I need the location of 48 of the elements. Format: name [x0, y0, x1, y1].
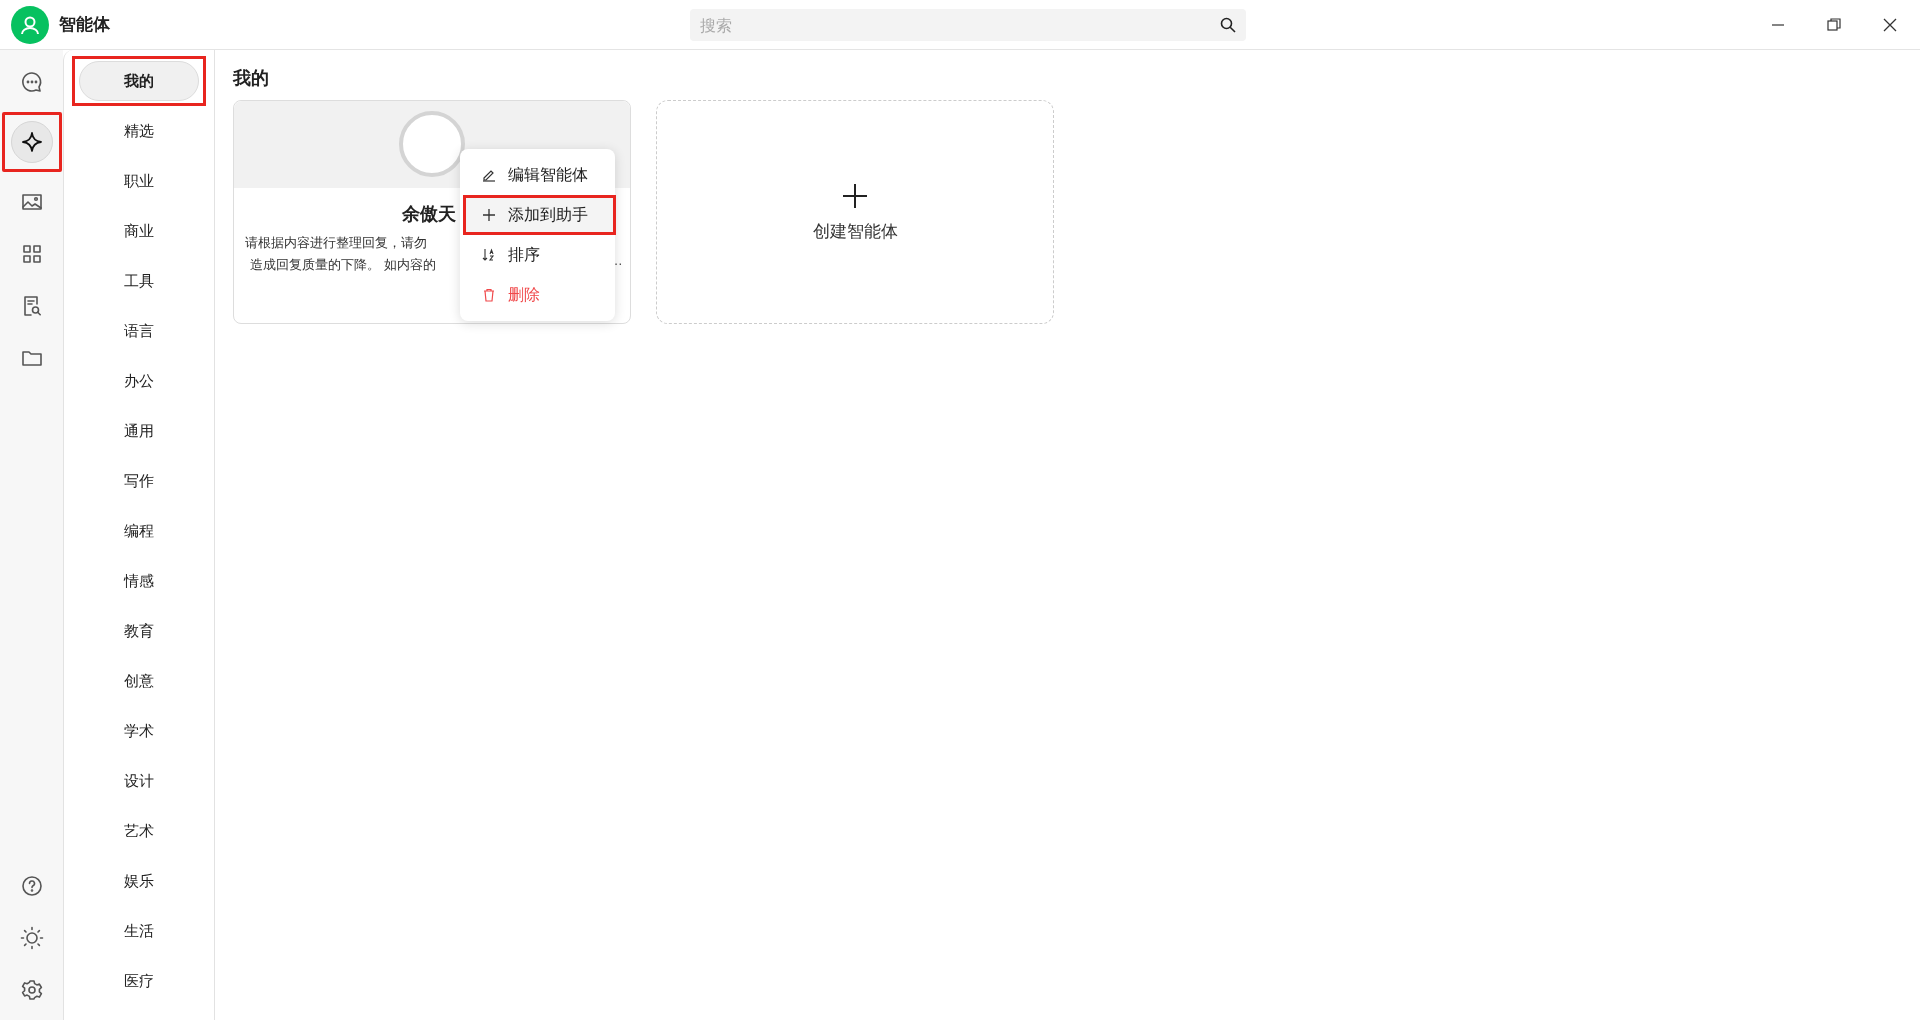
search-icon[interactable]: [1220, 17, 1236, 33]
category-tab[interactable]: 办公: [76, 361, 202, 401]
category-tab[interactable]: 写作: [76, 461, 202, 501]
app-title: 智能体: [59, 13, 110, 36]
category-tab[interactable]: 生活: [76, 911, 202, 951]
agent-card[interactable]: 余傲天 请根据内容进行整理回复，请勿 造成回复质量的下降。 如内容的 .. 编辑智能体 添加到助手 排序 删除: [233, 100, 631, 324]
agent-description: 造成回复质量的下降。 如内容的: [250, 256, 437, 274]
help-icon[interactable]: [20, 875, 43, 897]
category-tab[interactable]: 职业: [76, 161, 202, 201]
category-tab[interactable]: 编程: [76, 511, 202, 551]
category-tab[interactable]: 医疗: [76, 961, 202, 1001]
category-tab[interactable]: 通用: [76, 411, 202, 451]
menu-item[interactable]: 排序: [463, 235, 616, 275]
folder-icon[interactable]: [20, 348, 43, 368]
category-tab[interactable]: 工具: [76, 261, 202, 301]
plus-icon: [841, 181, 869, 210]
category-tab[interactable]: 创意: [76, 661, 202, 701]
category-tab[interactable]: 教育: [76, 611, 202, 651]
sparkle-icon[interactable]: [20, 131, 43, 153]
category-tab[interactable]: 娱乐: [76, 861, 202, 901]
document-search-icon[interactable]: [21, 295, 42, 317]
category-tab[interactable]: 设计: [76, 761, 202, 801]
agent-description: 请根据内容进行整理回复，请勿: [245, 234, 427, 252]
rail-tab[interactable]: [10, 121, 53, 163]
settings-icon[interactable]: [20, 979, 43, 1001]
agent-name: 余傲天: [402, 202, 456, 226]
search-field[interactable]: 搜索: [690, 9, 1246, 41]
menu-item[interactable]: 添加到助手: [463, 195, 616, 235]
category-tab[interactable]: 情感: [76, 561, 202, 601]
trash-icon: [482, 288, 496, 302]
category-tab[interactable]: 精选: [76, 111, 202, 151]
category-tab[interactable]: 语言: [76, 311, 202, 351]
category-tab[interactable]: 学术: [76, 711, 202, 751]
menu-item[interactable]: 删除: [463, 275, 616, 315]
section-title: 我的: [233, 66, 269, 90]
menu-item[interactable]: 编辑智能体: [463, 155, 616, 195]
image-icon[interactable]: [20, 192, 43, 212]
chat-bubble-icon[interactable]: [20, 71, 43, 93]
sort-icon: [482, 248, 496, 262]
plus-icon: [482, 208, 496, 222]
sun-icon[interactable]: [19, 926, 44, 950]
category-tab[interactable]: 我的: [79, 61, 199, 101]
grid-icon[interactable]: [21, 244, 42, 264]
ellipsis: ..: [614, 253, 623, 268]
category-tab[interactable]: 艺术: [76, 811, 202, 851]
pencil-icon: [482, 168, 496, 182]
create-agent-card[interactable]: 创建智能体: [656, 100, 1054, 324]
category-tab[interactable]: 商业: [76, 211, 202, 251]
